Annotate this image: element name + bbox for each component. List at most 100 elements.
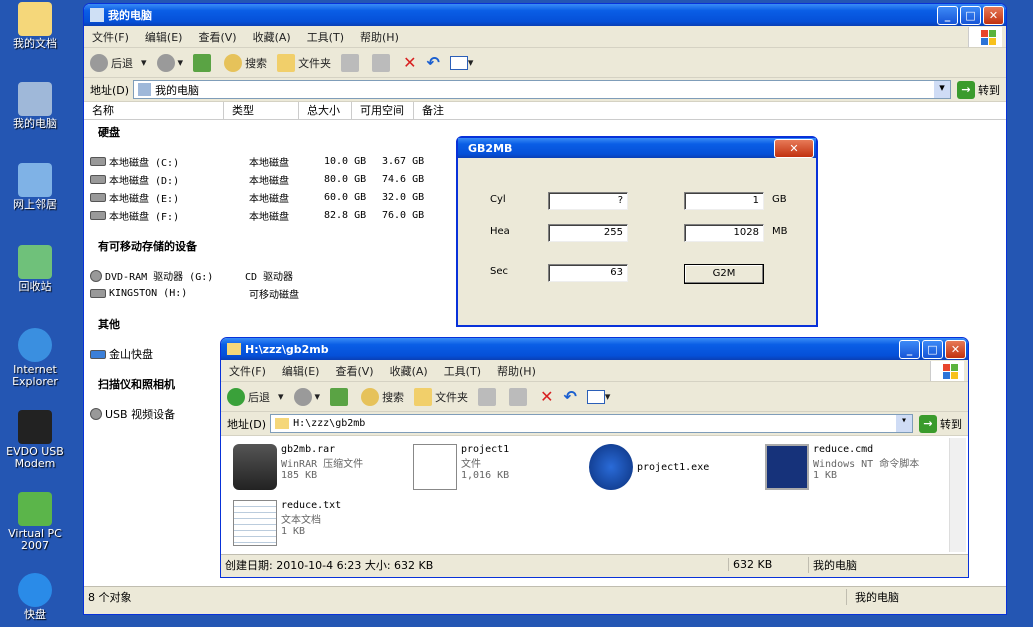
menu-favorites[interactable]: 收藏(A) [245, 29, 299, 45]
go-button[interactable]: → 转到 [919, 414, 962, 433]
scanner-row[interactable]: USB 视频设备 [90, 406, 175, 422]
drive-row[interactable]: 本地磁盘 (D:) 本地磁盘 80.0 GB 74.6 GB [90, 172, 424, 187]
windows-flag-icon [930, 361, 964, 381]
group-header-hdd: 硬盘 [98, 126, 120, 139]
menu-view[interactable]: 查看(V) [327, 363, 381, 379]
icon-label: 回收站 [18, 280, 52, 293]
desktop-icon-my-documents[interactable]: 我的文档 [4, 2, 66, 50]
move-to-button[interactable] [478, 387, 499, 406]
desktop-icon-kuaipan[interactable]: 快盘 [4, 573, 66, 621]
folders-button[interactable]: 文件夹 [277, 53, 331, 72]
close-button[interactable]: ✕ [945, 339, 966, 359]
file-item[interactable]: reduce.cmd Windows NT 命令脚本 1 KB [765, 444, 919, 490]
chevron-down-icon[interactable]: ▾ [141, 56, 147, 69]
search-icon [224, 53, 243, 72]
menu-file[interactable]: 文件(F) [84, 29, 137, 45]
column-free[interactable]: 可用空间 [352, 101, 414, 120]
file-item[interactable]: reduce.txt 文本文档 1 KB [233, 500, 341, 546]
undo-button[interactable]: ↶ [563, 387, 576, 406]
maximize-button[interactable]: □ [960, 5, 981, 25]
forward-arrow-icon [293, 387, 312, 406]
column-total[interactable]: 总大小 [299, 101, 352, 120]
chevron-down-icon[interactable]: ▾ [896, 415, 912, 432]
drive-row[interactable]: KINGSTON (H:) 可移动磁盘 [90, 286, 299, 301]
chevron-down-icon[interactable]: ▾ [468, 56, 474, 69]
chevron-down-icon[interactable]: ▾ [315, 390, 321, 403]
drive-type: 本地磁盘 [249, 194, 289, 205]
menu-help[interactable]: 帮助(H) [489, 363, 544, 379]
views-button[interactable]: ▾ [449, 55, 474, 70]
mb-input[interactable]: 1028 [684, 224, 764, 242]
address-input[interactable]: H:\zzz\gb2mb ▾ [270, 414, 913, 433]
drive-type: 本地磁盘 [249, 176, 289, 187]
undo-button[interactable]: ↶ [426, 53, 439, 72]
chevron-down-icon[interactable]: ▾ [605, 390, 611, 403]
drive-total: 60.0 GB [324, 192, 367, 203]
menu-help[interactable]: 帮助(H) [352, 29, 407, 45]
folder-icon [277, 53, 296, 72]
up-button[interactable] [330, 387, 351, 406]
desktop-icon-evdo[interactable]: EVDO USB Modem [4, 410, 66, 470]
close-button[interactable]: ✕ [983, 5, 1004, 25]
chevron-down-icon[interactable]: ▾ [178, 56, 184, 69]
drive-row[interactable]: DVD-RAM 驱动器 (G:) CD 驱动器 [90, 268, 293, 283]
drive-row[interactable]: 本地磁盘 (F:) 本地磁盘 82.8 GB 76.0 GB [90, 208, 424, 223]
minimize-button[interactable]: _ [937, 5, 958, 25]
menu-tools[interactable]: 工具(T) [436, 363, 489, 379]
folders-button[interactable]: 文件夹 [414, 387, 468, 406]
up-button[interactable] [193, 53, 214, 72]
column-notes[interactable]: 备注 [414, 102, 474, 120]
search-button[interactable]: 搜索 [361, 387, 404, 406]
cyl-input[interactable]: ? [548, 192, 628, 210]
menu-edit[interactable]: 编辑(E) [274, 363, 328, 379]
kuaipan-icon [90, 349, 106, 359]
menu-file[interactable]: 文件(F) [221, 363, 274, 379]
desktop-icon-network[interactable]: 网上邻居 [4, 163, 66, 211]
drive-row[interactable]: 本地磁盘 (C:) 本地磁盘 10.0 GB 3.67 GB [90, 154, 424, 169]
back-button[interactable]: 后退 ▾ [227, 387, 284, 406]
go-button[interactable]: → 转到 [957, 80, 1000, 99]
other-row[interactable]: 金山快盘 [90, 346, 153, 362]
copy-to-button[interactable] [509, 387, 530, 406]
menu-view[interactable]: 查看(V) [190, 29, 244, 45]
g2m-button[interactable]: G2M [684, 264, 764, 284]
dialog-title-bar[interactable]: GB2MB ✕ [458, 138, 816, 158]
column-type[interactable]: 类型 [224, 101, 299, 120]
forward-button[interactable]: ▾ [293, 387, 321, 406]
gb-input[interactable]: 1 [684, 192, 764, 210]
maximize-button[interactable]: □ [922, 339, 943, 359]
drive-row[interactable]: 本地磁盘 (E:) 本地磁盘 60.0 GB 32.0 GB [90, 190, 424, 205]
chevron-down-icon[interactable]: ▾ [278, 390, 284, 403]
delete-button[interactable]: ✕ [403, 53, 416, 72]
desktop-icon-ie[interactable]: Internet Explorer [4, 328, 66, 388]
file-item[interactable]: project1 文件 1,016 KB [413, 444, 509, 490]
delete-button[interactable]: ✕ [540, 387, 553, 406]
title-bar[interactable]: 我的电脑 _ □ ✕ [84, 4, 1006, 26]
menu-favorites[interactable]: 收藏(A) [382, 363, 436, 379]
search-button[interactable]: 搜索 [224, 53, 267, 72]
copy-to-button[interactable] [372, 53, 393, 72]
minimize-button[interactable]: _ [899, 339, 920, 359]
file-item[interactable]: project1.exe [589, 444, 709, 490]
file-item[interactable]: gb2mb.rar WinRAR 压缩文件 185 KB [233, 444, 363, 490]
hard-drive-icon [90, 193, 106, 202]
address-input[interactable]: 我的电脑 ▾ [133, 80, 951, 99]
menu-edit[interactable]: 编辑(E) [137, 29, 191, 45]
desktop-icon-virtual-pc[interactable]: Virtual PC 2007 [4, 492, 66, 552]
hea-input[interactable]: 255 [548, 224, 628, 242]
vertical-scrollbar[interactable] [949, 438, 966, 552]
icon-label: Virtual PC 2007 [8, 527, 62, 552]
forward-button[interactable]: ▾ [156, 53, 184, 72]
views-button[interactable]: ▾ [586, 389, 611, 404]
sec-input[interactable]: 63 [548, 264, 628, 282]
chevron-down-icon[interactable]: ▾ [934, 81, 950, 98]
desktop-icon-my-computer[interactable]: 我的电脑 [4, 82, 66, 130]
back-button[interactable]: 后退 ▾ [90, 53, 147, 72]
column-name[interactable]: 名称 [84, 101, 224, 120]
menu-tools[interactable]: 工具(T) [299, 29, 352, 45]
drive-name: DVD-RAM 驱动器 (G:) [105, 272, 214, 283]
move-to-button[interactable] [341, 53, 362, 72]
title-bar[interactable]: H:\zzz\gb2mb _ □ ✕ [221, 338, 968, 360]
close-button[interactable]: ✕ [774, 138, 814, 158]
desktop-icon-recycle-bin[interactable]: 回收站 [4, 245, 66, 293]
